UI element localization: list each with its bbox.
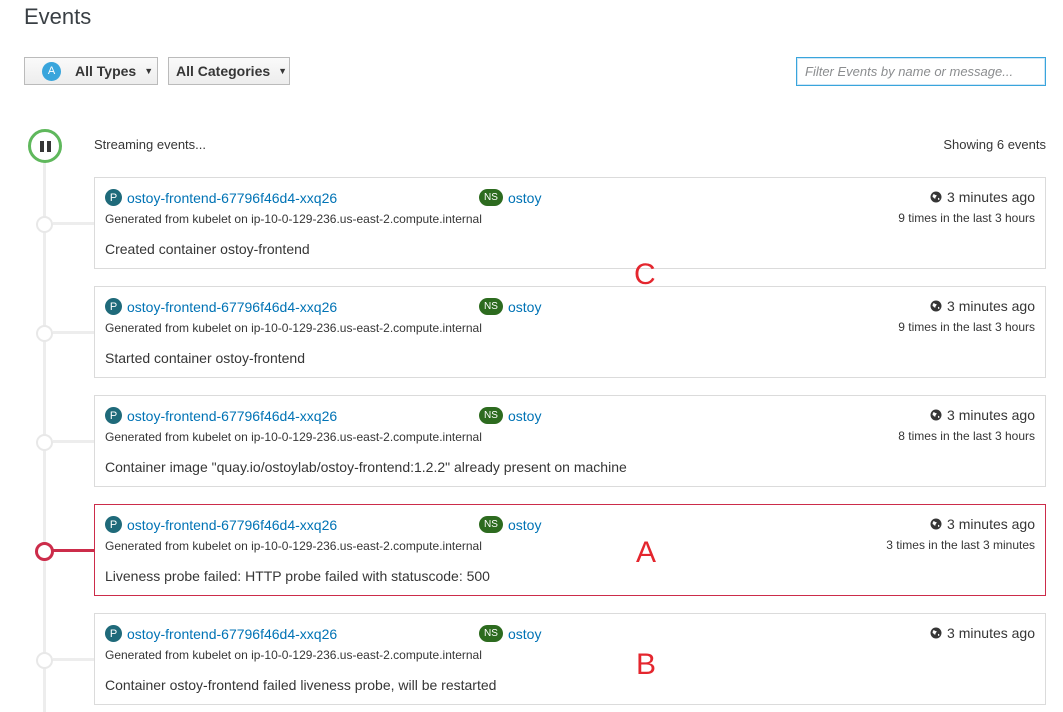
streaming-status: Streaming events...: [94, 137, 206, 152]
pod-badge: P: [105, 625, 122, 642]
event-card: Postoy-frontend-67796f46d4-xxq26 NS ostoy…: [94, 613, 1046, 705]
namespace-link[interactable]: ostoy: [508, 408, 541, 424]
event-source: Generated from kubelet on ip-10-0-129-23…: [105, 321, 482, 335]
caret-down-icon: ▼: [144, 66, 154, 76]
types-label: All Types: [75, 63, 137, 79]
namespace-link[interactable]: ostoy: [508, 299, 541, 315]
event-message: Created container ostoy-frontend: [105, 241, 310, 257]
globe-icon: [930, 627, 942, 639]
pause-streaming-button[interactable]: [28, 129, 62, 163]
caret-down-icon: ▼: [278, 66, 288, 76]
annotation-b: B: [636, 648, 657, 681]
event-source: Generated from kubelet on ip-10-0-129-23…: [105, 212, 482, 226]
resource-link[interactable]: ostoy-frontend-67796f46d4-xxq26: [127, 517, 337, 533]
pod-badge: P: [105, 189, 122, 206]
event-count: 9 times in the last 3 hours: [898, 320, 1035, 334]
event-time: 3 minutes ago: [947, 189, 1035, 205]
event-count: 8 times in the last 3 hours: [898, 429, 1035, 443]
event-message: Liveness probe failed: HTTP probe failed…: [105, 568, 490, 584]
resource-link[interactable]: ostoy-frontend-67796f46d4-xxq26: [127, 408, 337, 424]
event-time: 3 minutes ago: [947, 407, 1035, 423]
event-message: Container ostoy-frontend failed liveness…: [105, 677, 497, 693]
event-time: 3 minutes ago: [947, 625, 1035, 641]
timeline-dot: [36, 434, 53, 451]
timeline-connector: [53, 331, 94, 334]
timeline-connector: [53, 440, 94, 443]
globe-icon: [930, 409, 942, 421]
event-source: Generated from kubelet on ip-10-0-129-23…: [105, 648, 482, 662]
all-categories-dropdown[interactable]: All Categories ▼: [168, 57, 290, 85]
timeline-connector: [53, 222, 94, 225]
timeline-connector-error: [53, 549, 94, 552]
namespace-link[interactable]: ostoy: [508, 626, 541, 642]
filter-events-input[interactable]: [796, 57, 1046, 86]
annotation-a: A: [636, 536, 657, 569]
timeline-dot-error: [35, 542, 54, 561]
resource-link[interactable]: ostoy-frontend-67796f46d4-xxq26: [127, 626, 337, 642]
event-time: 3 minutes ago: [947, 298, 1035, 314]
namespace-badge: NS: [479, 298, 503, 315]
event-count: 3 times in the last 3 minutes: [886, 538, 1035, 552]
namespace-badge: NS: [479, 189, 503, 206]
resource-link[interactable]: ostoy-frontend-67796f46d4-xxq26: [127, 299, 337, 315]
pod-badge: P: [105, 407, 122, 424]
event-source: Generated from kubelet on ip-10-0-129-23…: [105, 539, 482, 553]
resource-link[interactable]: ostoy-frontend-67796f46d4-xxq26: [127, 190, 337, 206]
timeline-dot: [36, 325, 53, 342]
event-card: Postoy-frontend-67796f46d4-xxq26 NS ostoy…: [94, 395, 1046, 487]
timeline-dot: [36, 216, 53, 233]
namespace-link[interactable]: ostoy: [508, 190, 541, 206]
event-message: Container image "quay.io/ostoylab/ostoy-…: [105, 459, 627, 475]
events-count: Showing 6 events: [943, 137, 1046, 152]
globe-icon: [930, 300, 942, 312]
pause-icon: [39, 140, 51, 152]
annotation-c: C: [634, 258, 656, 291]
globe-icon: [930, 191, 942, 203]
types-badge: A: [42, 61, 61, 81]
event-source: Generated from kubelet on ip-10-0-129-23…: [105, 430, 482, 444]
globe-icon: [930, 518, 942, 530]
categories-label: All Categories: [176, 63, 271, 79]
namespace-link[interactable]: ostoy: [508, 517, 541, 533]
namespace-badge: NS: [479, 625, 503, 642]
pod-badge: P: [105, 516, 122, 533]
event-count: 9 times in the last 3 hours: [898, 211, 1035, 225]
event-card: Postoy-frontend-67796f46d4-xxq26 NS ostoy…: [94, 286, 1046, 378]
namespace-badge: NS: [479, 407, 503, 424]
event-time: 3 minutes ago: [947, 516, 1035, 532]
event-message: Started container ostoy-frontend: [105, 350, 306, 366]
all-types-dropdown[interactable]: A All Types ▼: [24, 57, 158, 85]
pod-badge: P: [105, 298, 122, 315]
namespace-badge: NS: [479, 516, 503, 533]
page-title: Events: [24, 4, 92, 29]
timeline-connector: [53, 658, 94, 661]
event-card-warning: Postoy-frontend-67796f46d4-xxq26 NS ostoy…: [94, 504, 1046, 596]
event-card: Postoy-frontend-67796f46d4-xxq26 NS ostoy…: [94, 177, 1046, 269]
timeline-dot: [36, 652, 53, 669]
